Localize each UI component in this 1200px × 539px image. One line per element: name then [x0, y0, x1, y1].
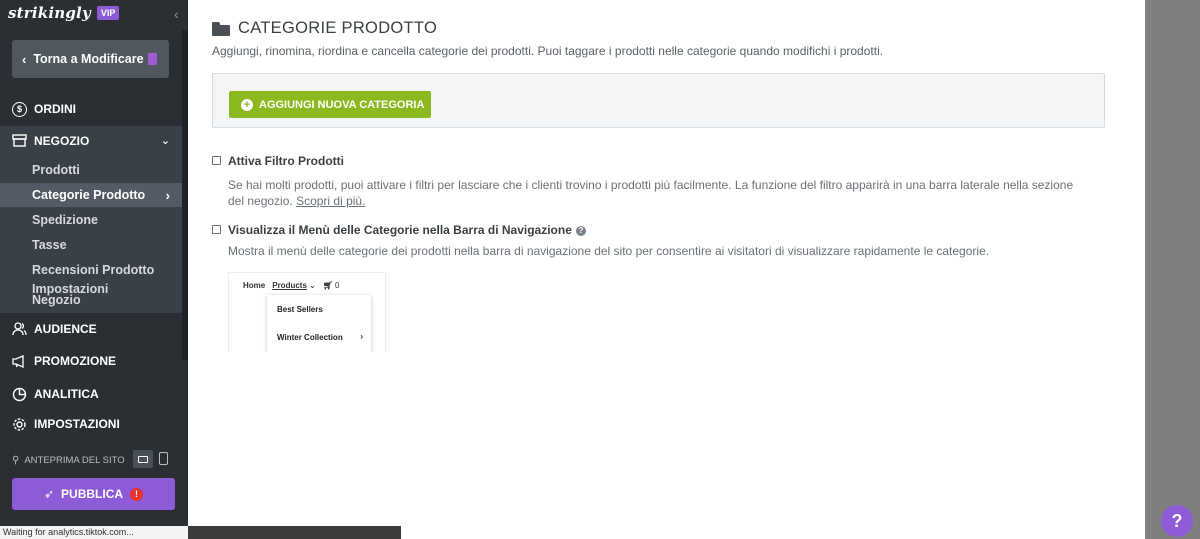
product-filter-label: Attiva Filtro Prodotti: [228, 154, 344, 168]
browser-status-text: Waiting for analytics.tiktok.com...: [0, 526, 188, 539]
publish-button[interactable]: ➶ PUBBLICA !: [12, 478, 175, 510]
desktop-preview-button[interactable]: [133, 450, 153, 468]
plus-circle-icon: +: [241, 98, 253, 111]
taxes-label: Tasse: [32, 238, 67, 252]
strikingly-logo: strikingly: [8, 4, 91, 22]
add-category-label: AGGIUNGI NUOVA CATEGORIA: [259, 98, 425, 111]
page-description: Aggiungi, rinomina, riordina e cancella …: [212, 44, 884, 58]
preview-home: Home: [243, 281, 266, 290]
site-preview: ⚲ ANTEPRIMA DEL SITO: [12, 452, 182, 468]
add-category-button[interactable]: + AGGIUNGI NUOVA CATEGORIA: [229, 91, 431, 118]
orders-label: ORDINI: [34, 102, 76, 116]
preview-products: Products ⌄: [272, 281, 316, 290]
promotion-label: PROMOZIONE: [34, 354, 117, 368]
mobile-preview-button[interactable]: [159, 452, 168, 465]
cart-icon: 🛒︎: [322, 281, 333, 290]
product-reviews-label: Recensioni Prodotto: [32, 263, 155, 277]
sidebar-item-taxes[interactable]: Tasse: [0, 233, 182, 257]
help-button[interactable]: ?: [1161, 505, 1193, 537]
chevron-down-icon: ⌄: [160, 135, 170, 147]
sidebar-item-store[interactable]: NEGOZIO ⌄: [0, 126, 182, 156]
store-settings-label: Impostazioni Negozio: [32, 282, 109, 307]
sidebar-item-orders[interactable]: $ ORDINI: [0, 94, 182, 124]
sidebar-item-promotion[interactable]: PROMOZIONE: [0, 346, 182, 376]
preview-cart-count: 0: [335, 281, 340, 290]
preview-navbar: Home Products ⌄ 🛒︎ 0: [243, 281, 339, 290]
pie-chart-icon: [12, 387, 27, 402]
brand: strikingly VIP: [8, 3, 120, 23]
users-icon: [12, 322, 27, 337]
audience-label: AUDIENCE: [34, 322, 97, 336]
help-icon[interactable]: ?: [575, 226, 586, 236]
learn-more-link[interactable]: Scopri di più.: [296, 194, 365, 208]
status-bar-dark: [188, 526, 401, 539]
folder-open-icon: [212, 21, 230, 36]
rocket-icon: ➶: [43, 487, 55, 501]
chevron-right-icon: ›: [165, 187, 170, 203]
sidebar-item-products[interactable]: Prodotti: [0, 158, 182, 182]
add-category-panel: + AGGIUNGI NUOVA CATEGORIA: [212, 73, 1105, 128]
category-menu-label: Visualizza il Menù delle Categorie nella…: [228, 223, 572, 237]
product-categories-label: Categorie Prodotto: [32, 188, 146, 202]
page-icon: [147, 53, 157, 65]
chevron-down-icon: ⌄: [309, 281, 316, 290]
sidebar-item-analytics[interactable]: ANALITICA: [0, 379, 182, 409]
product-filter-description: Se hai molti prodotti, puoi attivare i f…: [228, 177, 1078, 209]
category-menu-preview-image: Home Products ⌄ 🛒︎ 0 Best Sellers Winter…: [228, 272, 386, 352]
publish-label: PUBBLICA: [61, 487, 124, 501]
vip-badge: VIP: [96, 6, 120, 20]
gear-icon: [12, 417, 27, 431]
preview-item-winter-collection: Winter Collection: [277, 333, 343, 342]
preview-dropdown: Best Sellers Winter Collection ›: [267, 295, 371, 352]
sidebar-item-shipping[interactable]: Spedizione: [0, 208, 182, 232]
back-label: Torna a Modificare: [33, 52, 144, 66]
dollar-icon: $: [12, 101, 27, 117]
category-menu-description: Mostra il menù delle categorie dei prodo…: [228, 244, 990, 258]
desktop-icon: [138, 455, 148, 463]
sidebar-item-settings[interactable]: IMPOSTAZIONI: [0, 411, 182, 431]
back-to-editor-button[interactable]: ‹ Torna a Modificare: [12, 40, 169, 78]
store-section: NEGOZIO ⌄ Prodotti Categorie Prodotto › S…: [0, 126, 182, 313]
search-icon: ⚲: [12, 454, 20, 466]
product-filter-checkbox[interactable]: [212, 156, 221, 165]
products-label: Prodotti: [32, 163, 80, 177]
settings-label: IMPOSTAZIONI: [34, 417, 120, 431]
main-panel: CATEGORIE PRODOTTO Aggiungi, rinomina, r…: [188, 0, 1145, 539]
category-menu-checkbox[interactable]: [212, 225, 221, 234]
shipping-label: Spedizione: [32, 213, 98, 227]
sidebar-item-product-reviews[interactable]: Recensioni Prodotto: [0, 258, 182, 282]
page-title: CATEGORIE PRODOTTO: [238, 19, 438, 37]
chevron-left-icon: ‹: [22, 51, 27, 67]
store-label: NEGOZIO: [34, 134, 90, 148]
alert-icon: !: [130, 487, 144, 501]
analytics-label: ANALITICA: [34, 387, 99, 401]
sidebar-item-store-settings[interactable]: Impostazioni Negozio: [0, 283, 110, 307]
preview-item-best-sellers: Best Sellers: [277, 305, 323, 314]
preview-label: ANTEPRIMA DEL SITO: [24, 454, 125, 466]
preview-products-label: Products: [272, 281, 307, 290]
sidebar-item-product-categories[interactable]: Categorie Prodotto ›: [0, 183, 182, 207]
sidebar: strikingly VIP ‹ ‹ Torna a Modificare $ …: [0, 0, 188, 539]
right-overlay: [1145, 0, 1200, 539]
store-icon: [12, 133, 27, 149]
category-menu-option: Visualizza il Menù delle Categorie nella…: [228, 223, 586, 237]
sidebar-item-audience[interactable]: AUDIENCE: [0, 314, 182, 344]
chevron-right-icon: ›: [360, 332, 363, 341]
collapse-sidebar-icon[interactable]: ‹: [174, 6, 179, 22]
page-header: CATEGORIE PRODOTTO: [212, 19, 437, 38]
megaphone-icon: [12, 354, 27, 369]
